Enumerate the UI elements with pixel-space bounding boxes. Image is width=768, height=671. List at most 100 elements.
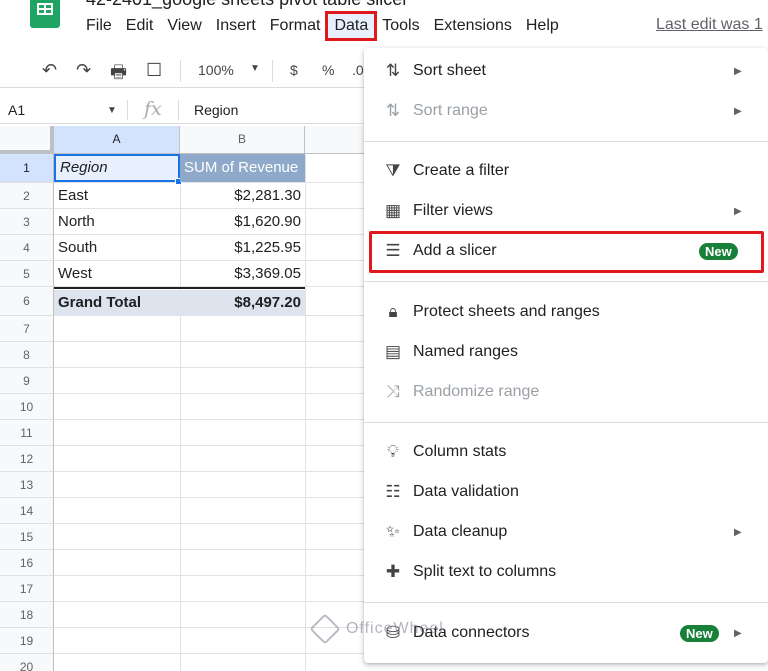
row-header[interactable]: 15 [0, 524, 54, 550]
menu-item-data-cleanup[interactable]: ✨︎ Data cleanup ▶ [364, 512, 768, 552]
menu-bar: File Edit View Insert Format Data Tools … [79, 11, 566, 41]
menu-insert[interactable]: Insert [209, 13, 263, 39]
shuffle-icon: ⤨ [386, 382, 400, 401]
formula-divider [127, 100, 128, 120]
row-header[interactable]: 3 [0, 209, 54, 235]
data-validation-icon: ☷ [385, 482, 401, 501]
menu-item-named-ranges[interactable]: ▤ Named ranges [364, 332, 768, 372]
menu-item-sort-range[interactable]: ⇅ Sort range ▶ [364, 91, 768, 131]
print-icon[interactable]: 🖶 [110, 60, 127, 90]
row-header[interactable]: 11 [0, 420, 54, 446]
select-all-corner[interactable] [0, 126, 54, 154]
currency-format-button[interactable]: $ [290, 62, 298, 78]
row-header[interactable]: 1 [0, 154, 54, 183]
menu-item-column-stats[interactable]: 💡︎ Column stats [364, 432, 768, 472]
formula-divider [178, 100, 179, 120]
menu-item-label: Create a filter [413, 162, 510, 179]
name-box[interactable]: A1 [8, 102, 25, 118]
menu-item-create-filter[interactable]: ⧩ Create a filter [364, 151, 768, 191]
magic-wand-icon: ✨︎ [386, 522, 400, 541]
named-ranges-icon: ▤ [384, 342, 402, 361]
menu-item-protect-sheets[interactable]: 🔒︎ Protect sheets and ranges [364, 292, 768, 332]
row-header[interactable]: 19 [0, 628, 54, 654]
menu-extensions[interactable]: Extensions [427, 13, 519, 39]
fx-icon: fx [144, 98, 162, 120]
chevron-right-icon: ▶ [734, 205, 742, 217]
row-header[interactable]: 7 [0, 316, 54, 342]
pivot-cell-region[interactable]: East [54, 183, 180, 209]
menu-item-label: Data cleanup [413, 523, 508, 540]
menu-item-filter-views[interactable]: ▦ Filter views ▶ [364, 191, 768, 231]
column-header-b[interactable]: B [180, 126, 305, 154]
row-header[interactable]: 12 [0, 446, 54, 472]
pivot-header-revenue[interactable]: SUM of Revenue [180, 154, 305, 182]
pivot-cell-region[interactable]: West [54, 261, 180, 287]
chevron-right-icon: ▶ [734, 526, 742, 538]
menu-divider [364, 281, 768, 282]
menu-item-data-validation[interactable]: ☷ Data validation [364, 472, 768, 512]
menu-item-label: Named ranges [413, 343, 518, 360]
pivot-cell-revenue[interactable]: $1,225.95 [180, 235, 305, 261]
row-header[interactable]: 9 [0, 368, 54, 394]
split-icon: ✚ [385, 562, 401, 581]
menu-data[interactable]: Data [325, 11, 378, 41]
toolbar-divider [180, 60, 181, 82]
percent-format-button[interactable]: % [322, 62, 334, 78]
data-menu-dropdown: ⇅ Sort sheet ▶ ⇅ Sort range ▶ ⧩ Create a… [364, 48, 768, 663]
menu-item-split-text[interactable]: ✚ Split text to columns [364, 552, 768, 592]
menu-tools[interactable]: Tools [375, 13, 426, 39]
pivot-cell-revenue[interactable]: $3,369.05 [180, 261, 305, 287]
pivot-cell-revenue[interactable]: $2,281.30 [180, 183, 305, 209]
menu-item-sort-sheet[interactable]: ⇅ Sort sheet ▶ [364, 51, 768, 91]
slicer-highlight-annotation [369, 231, 764, 273]
toolbar-divider [272, 60, 273, 82]
paint-format-icon[interactable]: ☐ [146, 60, 162, 81]
row-header[interactable]: 8 [0, 342, 54, 368]
redo-icon[interactable]: ↷ [76, 60, 91, 81]
row-header[interactable]: 20 [0, 654, 54, 671]
pivot-cell-revenue[interactable]: $1,620.90 [180, 209, 305, 235]
row-header[interactable]: 10 [0, 394, 54, 420]
chevron-down-icon[interactable]: ▼ [250, 63, 260, 74]
watermark-text: OfficeWheel [346, 620, 444, 637]
gridline [305, 154, 306, 671]
menu-item-randomize-range[interactable]: ⤨ Randomize range [364, 372, 768, 412]
row-header[interactable]: 14 [0, 498, 54, 524]
menu-item-label: Split text to columns [413, 563, 557, 580]
pivot-grand-total-label[interactable]: Grand Total [54, 290, 180, 316]
menu-help[interactable]: Help [519, 13, 566, 39]
menu-file[interactable]: File [79, 13, 119, 39]
row-header[interactable]: 4 [0, 235, 54, 261]
sheets-logo-icon[interactable] [30, 0, 60, 28]
menu-item-label: Filter views [413, 202, 494, 219]
last-edit-link[interactable]: Last edit was 1 [656, 16, 763, 34]
row-header[interactable]: 5 [0, 261, 54, 287]
menu-format[interactable]: Format [263, 13, 328, 39]
undo-icon[interactable]: ↶ [42, 60, 57, 81]
zoom-select[interactable]: 100% [198, 62, 234, 78]
column-header-a[interactable]: A [54, 126, 180, 154]
row-header[interactable]: 13 [0, 472, 54, 498]
sort-icon: ⇅ [385, 61, 401, 80]
row-header[interactable]: 6 [0, 287, 54, 316]
menu-edit[interactable]: Edit [119, 13, 161, 39]
menu-divider [364, 602, 768, 603]
document-title[interactable]: 42-2401_google sheets pivot table slicer [86, 0, 408, 10]
decimal-format-button[interactable]: .0 [352, 62, 364, 78]
pivot-header-region[interactable]: Region [54, 154, 180, 182]
row-header[interactable]: 17 [0, 576, 54, 602]
filter-views-icon: ▦ [384, 201, 402, 220]
menu-item-label: Sort sheet [413, 62, 486, 79]
menu-view[interactable]: View [160, 13, 208, 39]
menu-divider [364, 141, 768, 142]
row-header[interactable]: 16 [0, 550, 54, 576]
row-header[interactable]: 18 [0, 602, 54, 628]
pivot-cell-region[interactable]: North [54, 209, 180, 235]
pivot-cell-region[interactable]: South [54, 235, 180, 261]
total-divider [54, 287, 305, 289]
chevron-down-icon[interactable]: ▼ [107, 105, 117, 116]
pivot-grand-total-value[interactable]: $8,497.20 [180, 290, 305, 316]
lock-icon: 🔒︎ [388, 302, 398, 321]
formula-input[interactable]: Region [194, 102, 238, 118]
row-header[interactable]: 2 [0, 183, 54, 209]
